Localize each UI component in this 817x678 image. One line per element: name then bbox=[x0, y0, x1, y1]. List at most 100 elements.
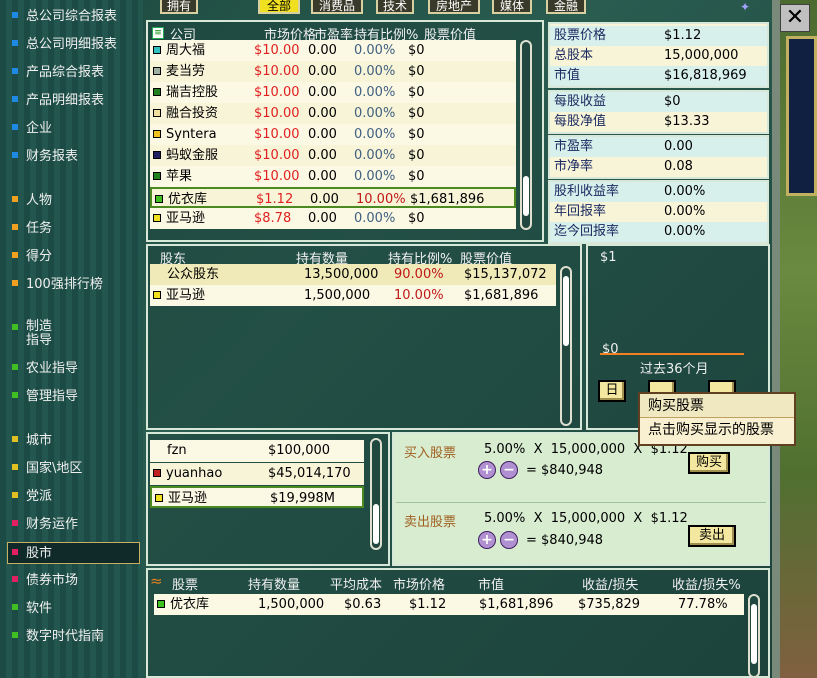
nav-bullet-icon bbox=[12, 464, 18, 470]
value-pe-ratio: 0.00 bbox=[664, 139, 693, 154]
company-pct: 0.00% bbox=[354, 169, 396, 184]
nav-item-label: 总公司综合报表 bbox=[26, 9, 118, 24]
player-row[interactable]: 亚马逊 $19,998M bbox=[150, 486, 364, 508]
company-row[interactable]: 周大福 $10.00 0.00 0.00% $0 bbox=[150, 40, 516, 61]
nav-item-9[interactable]: 100强排行榜 bbox=[12, 274, 103, 296]
tab-finance[interactable]: 金融 bbox=[546, 0, 586, 14]
player-row[interactable]: yuanhao $45,014,170 bbox=[150, 463, 364, 485]
menu-item-buy-stock[interactable]: 购买股票 bbox=[640, 394, 794, 418]
nav-item-1[interactable]: 总公司明细报表 bbox=[12, 34, 117, 56]
tab-tech[interactable]: 技术 bbox=[376, 0, 414, 14]
company-name: 蚂蚁金服 bbox=[153, 145, 218, 166]
nav-item-19[interactable]: 软件 bbox=[12, 598, 52, 620]
company-pe: 0.00 bbox=[308, 211, 337, 226]
col-hold-stock[interactable]: 股票 bbox=[172, 574, 198, 593]
col-hold-plpct[interactable]: 收益/损失% bbox=[672, 574, 741, 593]
company-pe: 0.00 bbox=[308, 148, 337, 163]
tab-realestate[interactable]: 房地产 bbox=[428, 0, 480, 14]
globe-icon[interactable]: ✦ bbox=[740, 0, 756, 14]
shareholders-scrollbar[interactable] bbox=[560, 266, 572, 426]
nav-item-label: 得分 bbox=[26, 249, 53, 264]
player-color-icon bbox=[153, 469, 161, 477]
company-color-icon bbox=[153, 88, 161, 96]
nav-item-8[interactable]: 得分 bbox=[12, 246, 52, 268]
company-price: $1.12 bbox=[256, 192, 294, 207]
nav-item-2[interactable]: 产品综合报表 bbox=[12, 62, 104, 84]
nav-item-10[interactable]: 制造 指导 bbox=[12, 318, 52, 350]
company-color-icon bbox=[155, 195, 163, 203]
nav-item-13[interactable]: 城市 bbox=[12, 430, 52, 452]
buy-minus-icon[interactable]: − bbox=[500, 461, 518, 479]
nav-item-7[interactable]: 任务 bbox=[12, 218, 52, 240]
players-scrollbar[interactable] bbox=[370, 438, 382, 550]
col-hold-mv[interactable]: 市值 bbox=[478, 574, 504, 593]
day-button[interactable]: 日 bbox=[598, 380, 626, 402]
nav-item-16[interactable]: 财务运作 bbox=[12, 514, 78, 536]
company-price: $10.00 bbox=[254, 85, 300, 100]
company-pe: 0.00 bbox=[310, 192, 339, 207]
sell-plus-icon[interactable]: + bbox=[478, 531, 496, 549]
shareholder-row[interactable]: 亚马逊 1,500,000 10.00% $1,681,896 bbox=[150, 285, 556, 306]
col-hold-avg[interactable]: 平均成本 bbox=[330, 574, 382, 593]
nav-bullet-icon bbox=[12, 68, 18, 74]
label-market-cap: 市值 bbox=[554, 68, 581, 83]
holding-row[interactable]: 优衣库 1,500,000 $0.63 $1.12 $1,681,896 $735,829… bbox=[154, 594, 744, 615]
label-pe-ratio: 市盈率 bbox=[554, 139, 594, 154]
company-color-icon bbox=[153, 151, 161, 159]
col-hold-qty[interactable]: 持有数量 bbox=[248, 574, 300, 593]
company-row[interactable]: Syntera $10.00 0.00 0.00% $0 bbox=[150, 124, 516, 145]
nav-bullet-icon bbox=[12, 124, 18, 130]
holdings-scrollbar[interactable] bbox=[748, 594, 760, 678]
holding-name: 优衣库 bbox=[157, 594, 209, 615]
nav-bullet-icon bbox=[12, 40, 18, 46]
nav-bullet-icon bbox=[12, 364, 18, 370]
value-dividend-yield: 0.00% bbox=[664, 184, 706, 199]
label-bvps: 每股净值 bbox=[554, 114, 607, 129]
company-row[interactable]: 融合投资 $10.00 0.00 0.00% $0 bbox=[150, 103, 516, 124]
col-hold-pl[interactable]: 收益/损失 bbox=[582, 574, 638, 593]
nav-item-4[interactable]: 企业 bbox=[12, 118, 52, 140]
company-row[interactable]: 优衣库 $1.12 0.00 10.00% $1,681,896 bbox=[150, 187, 516, 208]
company-pe: 0.00 bbox=[308, 169, 337, 184]
company-row[interactable]: 苹果 $10.00 0.00 0.00% $0 bbox=[150, 166, 516, 187]
company-pe: 0.00 bbox=[308, 85, 337, 100]
sell-minus-icon[interactable]: − bbox=[500, 531, 518, 549]
player-cash: $19,998M bbox=[270, 491, 335, 506]
company-row[interactable]: 瑞吉控股 $10.00 0.00 0.00% $0 bbox=[150, 82, 516, 103]
value-total-return: 0.00% bbox=[664, 224, 706, 239]
label-annual-return: 年回报率 bbox=[554, 204, 607, 219]
company-price: $10.00 bbox=[254, 127, 300, 142]
shareholder-pct: 90.00% bbox=[394, 267, 444, 282]
nav-item-6[interactable]: 人物 bbox=[12, 190, 52, 212]
menu-item-buy-shown-stock[interactable]: 点击购买显示的股票 bbox=[640, 418, 794, 442]
shareholder-row[interactable]: 公众股东 13,500,000 90.00% $15,137,072 bbox=[150, 264, 556, 285]
nav-item-14[interactable]: 国家\地区 bbox=[12, 458, 82, 480]
nav-item-18[interactable]: 债券市场 bbox=[12, 570, 78, 592]
buy-button[interactable]: 购买 bbox=[688, 452, 730, 474]
company-row[interactable]: 亚马逊 $8.78 0.00 0.00% $0 bbox=[150, 208, 516, 229]
player-row[interactable]: fzn $100,000 bbox=[150, 440, 364, 462]
nav-item-20[interactable]: 数字时代指南 bbox=[12, 626, 104, 648]
nav-item-17[interactable]: 股市 bbox=[7, 542, 140, 564]
company-value: $0 bbox=[408, 127, 425, 142]
nav-item-11[interactable]: 农业指导 bbox=[12, 358, 78, 380]
company-row[interactable]: 麦当劳 $10.00 0.00 0.00% $0 bbox=[150, 61, 516, 82]
nav-item-0[interactable]: 总公司综合报表 bbox=[12, 6, 117, 28]
col-hold-price[interactable]: 市场价格 bbox=[393, 574, 445, 593]
nav-bullet-icon bbox=[12, 604, 18, 610]
sell-button[interactable]: 卖出 bbox=[688, 525, 736, 547]
buy-plus-icon[interactable]: + bbox=[478, 461, 496, 479]
company-color-icon bbox=[153, 214, 161, 222]
tab-consumer[interactable]: 消费品 bbox=[311, 0, 363, 14]
nav-item-12[interactable]: 管理指导 bbox=[12, 386, 78, 408]
tab-all[interactable]: 全部 bbox=[258, 0, 300, 14]
nav-item-5[interactable]: 财务报表 bbox=[12, 146, 78, 168]
nav-item-15[interactable]: 党派 bbox=[12, 486, 52, 508]
close-icon[interactable]: ✕ bbox=[780, 4, 810, 32]
company-scrollbar[interactable] bbox=[520, 40, 532, 230]
nav-item-3[interactable]: 产品明细报表 bbox=[12, 90, 104, 112]
tab-media[interactable]: 媒体 bbox=[492, 0, 532, 14]
tab-owned[interactable]: 拥有 bbox=[160, 0, 198, 14]
nav-bullet-icon bbox=[12, 280, 18, 286]
company-row[interactable]: 蚂蚁金服 $10.00 0.00 0.00% $0 bbox=[150, 145, 516, 166]
